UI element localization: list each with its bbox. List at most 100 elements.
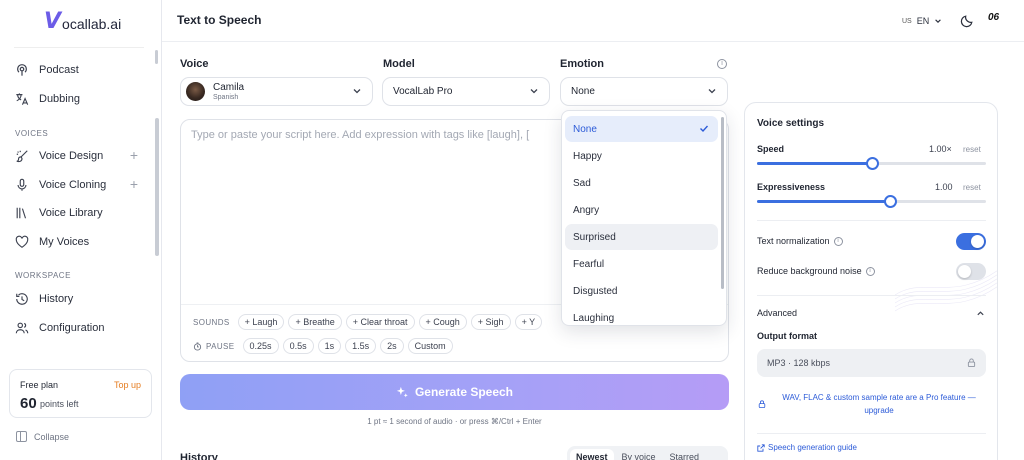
speed-slider[interactable] xyxy=(757,157,986,170)
output-format-label: Output format xyxy=(757,331,817,341)
check-icon xyxy=(700,125,709,133)
sidebar-item-voice-library[interactable]: Voice Library xyxy=(14,201,144,225)
emotion-option-disgusted[interactable]: Disgusted xyxy=(565,278,718,304)
sound-tag-clear-throat[interactable]: + Clear throat xyxy=(345,314,415,330)
tab-by-voice[interactable]: By voice xyxy=(616,449,662,460)
tab-newest[interactable]: Newest xyxy=(570,449,614,460)
advanced-toggle[interactable]: Advanced xyxy=(757,308,797,318)
pause-0-5s[interactable]: 0.5s xyxy=(282,338,314,354)
logo-text: ocallab.ai xyxy=(62,15,122,32)
sidebar-item-voice-cloning[interactable]: Voice Cloning + xyxy=(14,173,144,197)
expressiveness-reset-button[interactable]: reset xyxy=(963,183,981,192)
option-label: Happy xyxy=(573,150,602,162)
option-label: Sad xyxy=(573,177,591,189)
collapse-sidebar-button[interactable]: Collapse xyxy=(16,431,69,442)
users-icon xyxy=(14,320,30,336)
emotion-option-none[interactable]: None xyxy=(565,116,718,142)
pause-1s[interactable]: 1s xyxy=(317,338,342,354)
emotion-option-laughing[interactable]: Laughing xyxy=(565,305,718,325)
brand-logo[interactable]: V ocallab.ai xyxy=(44,8,121,34)
pro-upgrade-link[interactable]: WAV, FLAC & custom sample rate are a Pro… xyxy=(779,391,979,417)
speed-value: 1.00× xyxy=(929,144,952,154)
option-label: Surprised xyxy=(573,231,616,243)
sidebar-item-label: Podcast xyxy=(39,64,79,76)
option-label: None xyxy=(573,123,597,135)
add-voice-design-button[interactable]: + xyxy=(130,147,138,163)
voice-language: Spanish xyxy=(213,93,239,101)
generate-hint: 1 pt ≈ 1 second of audio · or press ⌘/Ct… xyxy=(367,417,542,426)
chevron-down-icon xyxy=(935,19,942,23)
dropdown-scrollbar[interactable] xyxy=(721,117,724,289)
info-icon[interactable]: i xyxy=(865,267,875,277)
history-icon xyxy=(14,291,30,307)
expressiveness-slider[interactable] xyxy=(757,195,986,208)
sidebar-item-podcast[interactable]: Podcast xyxy=(14,58,144,82)
lock-icon xyxy=(758,400,766,408)
sound-tag-more[interactable]: + Y xyxy=(514,314,543,330)
model-label: Model xyxy=(383,58,415,70)
voice-name: Camila xyxy=(213,81,245,93)
sound-tag-cough[interactable]: + Cough xyxy=(418,314,467,330)
theme-toggle-moon-icon[interactable] xyxy=(960,14,974,28)
emotion-option-sad[interactable]: Sad xyxy=(565,170,718,196)
model-select[interactable]: VocalLab Pro xyxy=(382,77,550,106)
sidebar-item-my-voices[interactable]: My Voices xyxy=(14,230,144,254)
speed-reset-button[interactable]: reset xyxy=(963,145,981,154)
external-link-icon xyxy=(757,443,765,452)
sound-tag-sigh[interactable]: + Sigh xyxy=(470,314,511,330)
plan-card: Free plan Top up 60 points left xyxy=(9,369,152,418)
text-normalization-row: Text normalization i xyxy=(757,236,843,247)
sidebar-scrollbar[interactable] xyxy=(155,118,159,256)
text-normalization-toggle[interactable] xyxy=(956,233,986,250)
emotion-option-fearful[interactable]: Fearful xyxy=(565,251,718,277)
reduce-noise-toggle[interactable] xyxy=(956,263,986,280)
toggle-knob xyxy=(971,235,984,248)
pause-1-5s[interactable]: 1.5s xyxy=(345,338,377,354)
tab-starred[interactable]: Starred xyxy=(664,449,706,460)
chevron-down-icon xyxy=(708,89,716,94)
info-icon[interactable]: i xyxy=(717,59,727,69)
emotion-option-surprised[interactable]: Surprised xyxy=(565,224,718,250)
speed-slider-fill xyxy=(757,162,872,165)
sidebar-collapse-icon xyxy=(16,431,27,442)
speech-guide-link[interactable]: Speech generation guide xyxy=(757,443,857,452)
emotion-label: Emotion xyxy=(560,58,604,70)
speed-slider-handle[interactable] xyxy=(865,157,879,170)
collapse-label: Collapse xyxy=(34,431,70,442)
top-up-link[interactable]: Top up xyxy=(114,380,141,390)
sidebar: V ocallab.ai Podcast Dubbing VOICES Voic… xyxy=(0,0,162,460)
add-voice-clone-button[interactable]: + xyxy=(130,176,138,192)
sidebar-item-label: My Voices xyxy=(39,236,90,248)
top-header: Text to Speech US EN 06 xyxy=(162,0,1024,42)
sidebar-item-label: Configuration xyxy=(39,322,105,334)
user-avatar[interactable]: 06 xyxy=(988,12,1006,30)
sidebar-item-configuration[interactable]: Configuration xyxy=(14,316,144,340)
pause-custom[interactable]: Custom xyxy=(407,338,453,354)
toggle-knob xyxy=(958,265,971,278)
sound-tag-breathe[interactable]: + Breathe xyxy=(288,314,342,330)
language-selector[interactable]: US EN xyxy=(902,16,942,26)
sidebar-item-history[interactable]: History xyxy=(14,287,144,311)
script-placeholder: Type or paste your script here. Add expr… xyxy=(191,129,530,141)
voice-select[interactable]: Camila Spanish xyxy=(180,77,373,106)
pause-2s[interactable]: 2s xyxy=(380,338,404,354)
option-label: Laughing xyxy=(573,312,615,324)
chevron-up-icon[interactable] xyxy=(976,309,985,318)
sidebar-divider xyxy=(14,47,144,48)
sidebar-item-voice-design[interactable]: Voice Design + xyxy=(14,144,144,168)
emotion-option-happy[interactable]: Happy xyxy=(565,143,718,169)
emotion-dropdown-menu: None Happy Sad Angry Surprised Fearful D… xyxy=(561,110,727,326)
voice-settings-panel: Voice settings Speed 1.00× reset Express… xyxy=(744,102,998,460)
emotion-select[interactable]: None xyxy=(560,77,728,106)
info-icon[interactable]: i xyxy=(833,237,843,247)
sound-tag-laugh[interactable]: + Laugh xyxy=(237,314,285,330)
history-title: History xyxy=(180,452,218,460)
generate-speech-button[interactable]: Generate Speech xyxy=(180,374,729,410)
expressiveness-slider-handle[interactable] xyxy=(883,195,897,208)
pause-0-25s[interactable]: 0.25s xyxy=(242,338,279,354)
speech-guide-label: Speech generation guide xyxy=(768,443,857,452)
library-icon xyxy=(14,205,30,221)
sidebar-item-dubbing[interactable]: Dubbing xyxy=(14,87,144,111)
emotion-option-angry[interactable]: Angry xyxy=(565,197,718,223)
heart-icon xyxy=(14,234,30,250)
